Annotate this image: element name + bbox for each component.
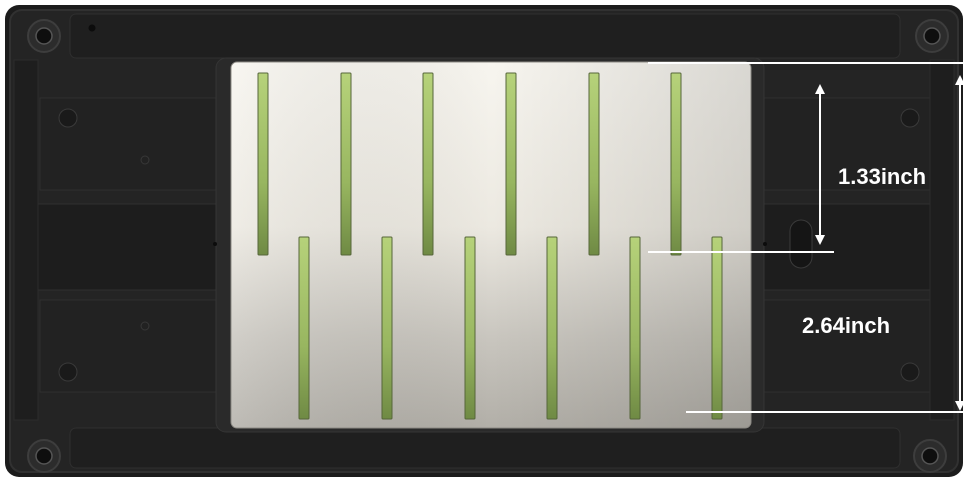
slot — [464, 236, 476, 420]
slot — [629, 236, 641, 420]
slot — [340, 72, 352, 256]
product-photo: 1.33inch 2.64inch — [0, 0, 966, 479]
slot — [546, 236, 558, 420]
slot — [298, 236, 310, 420]
slot — [588, 72, 600, 256]
device-illustration — [5, 5, 966, 477]
lower-dimension-label: 2.64inch — [802, 313, 891, 338]
slot — [422, 72, 434, 256]
slot — [381, 236, 393, 420]
slot — [505, 72, 517, 256]
slot — [711, 236, 723, 420]
slot — [670, 72, 682, 256]
upper-dimension-label: 1.33inch — [838, 164, 927, 189]
slot — [257, 72, 269, 256]
